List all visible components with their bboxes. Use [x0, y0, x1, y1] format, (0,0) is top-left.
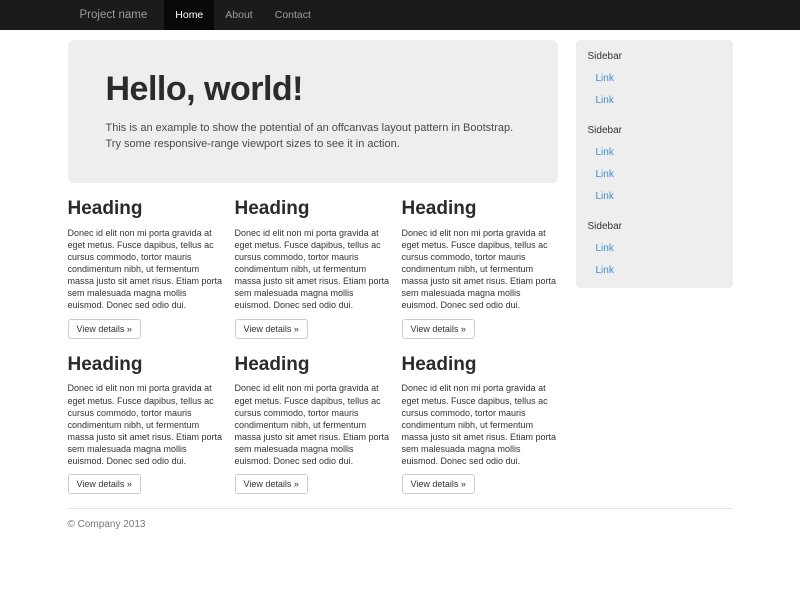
- card-text: Donec id elit non mi porta gravida at eg…: [402, 382, 557, 467]
- card-heading: Heading: [235, 354, 390, 376]
- sidebar-group: Sidebar Link Link: [576, 216, 733, 282]
- main-content: Hello, world! This is an example to show…: [68, 30, 558, 494]
- nav-item-contact[interactable]: Contact: [264, 0, 322, 30]
- card-heading: Heading: [68, 198, 223, 220]
- card-text: Donec id elit non mi porta gravida at eg…: [68, 382, 223, 467]
- sidebar-group-header: Sidebar: [576, 46, 733, 68]
- card-heading: Heading: [68, 354, 223, 376]
- card-heading: Heading: [402, 198, 557, 220]
- nav-item-about[interactable]: About: [214, 0, 263, 30]
- card: Heading Donec id elit non mi porta gravi…: [68, 183, 223, 339]
- jumbotron-text: This is an example to show the potential…: [106, 120, 520, 153]
- card: Heading Donec id elit non mi porta gravi…: [68, 339, 223, 495]
- sidebar-group: Sidebar Link Link: [576, 46, 733, 112]
- card: Heading Donec id elit non mi porta gravi…: [235, 183, 390, 339]
- card-text: Donec id elit non mi porta gravida at eg…: [402, 227, 557, 312]
- cards-row-1: Heading Donec id elit non mi porta gravi…: [68, 183, 558, 339]
- view-details-button[interactable]: View details »: [235, 319, 308, 339]
- main-row: Hello, world! This is an example to show…: [68, 30, 733, 494]
- page: Project name Home About Contact Hello, w…: [0, 0, 800, 550]
- sidebar-link[interactable]: Link: [576, 142, 733, 164]
- sidebar-link[interactable]: Link: [576, 260, 733, 282]
- cards-row-2: Heading Donec id elit non mi porta gravi…: [68, 339, 558, 495]
- sidebar-link[interactable]: Link: [576, 164, 733, 186]
- sidebar-link[interactable]: Link: [576, 186, 733, 208]
- sidebar-link[interactable]: Link: [576, 90, 733, 112]
- card-heading: Heading: [235, 198, 390, 220]
- view-details-button[interactable]: View details »: [68, 474, 141, 494]
- sidebar-link[interactable]: Link: [576, 68, 733, 90]
- nav-item-home[interactable]: Home: [164, 0, 214, 30]
- view-details-button[interactable]: View details »: [235, 474, 308, 494]
- container: Hello, world! This is an example to show…: [68, 30, 733, 550]
- card-heading: Heading: [402, 354, 557, 376]
- card-text: Donec id elit non mi porta gravida at eg…: [235, 382, 390, 467]
- navbar-inner: Project name Home About Contact: [68, 0, 733, 30]
- view-details-button[interactable]: View details »: [402, 474, 475, 494]
- jumbotron-title: Hello, world!: [106, 72, 520, 108]
- sidebar: Sidebar Link Link Sidebar Link Link Link…: [576, 40, 733, 288]
- footer: © Company 2013: [68, 508, 733, 550]
- sidebar-group-header: Sidebar: [576, 120, 733, 142]
- card: Heading Donec id elit non mi porta gravi…: [402, 183, 557, 339]
- view-details-button[interactable]: View details »: [402, 319, 475, 339]
- card-text: Donec id elit non mi porta gravida at eg…: [235, 227, 390, 312]
- sidebar-group: Sidebar Link Link Link: [576, 120, 733, 208]
- card: Heading Donec id elit non mi porta gravi…: [235, 339, 390, 495]
- view-details-button[interactable]: View details »: [68, 319, 141, 339]
- navbar-menu: Home About Contact: [164, 0, 322, 30]
- jumbotron: Hello, world! This is an example to show…: [68, 40, 558, 183]
- navbar-brand[interactable]: Project name: [68, 0, 160, 30]
- navbar: Project name Home About Contact: [0, 0, 800, 30]
- footer-copyright: © Company 2013: [68, 519, 733, 530]
- card: Heading Donec id elit non mi porta gravi…: [402, 339, 557, 495]
- sidebar-link[interactable]: Link: [576, 238, 733, 260]
- sidebar-group-header: Sidebar: [576, 216, 733, 238]
- card-text: Donec id elit non mi porta gravida at eg…: [68, 227, 223, 312]
